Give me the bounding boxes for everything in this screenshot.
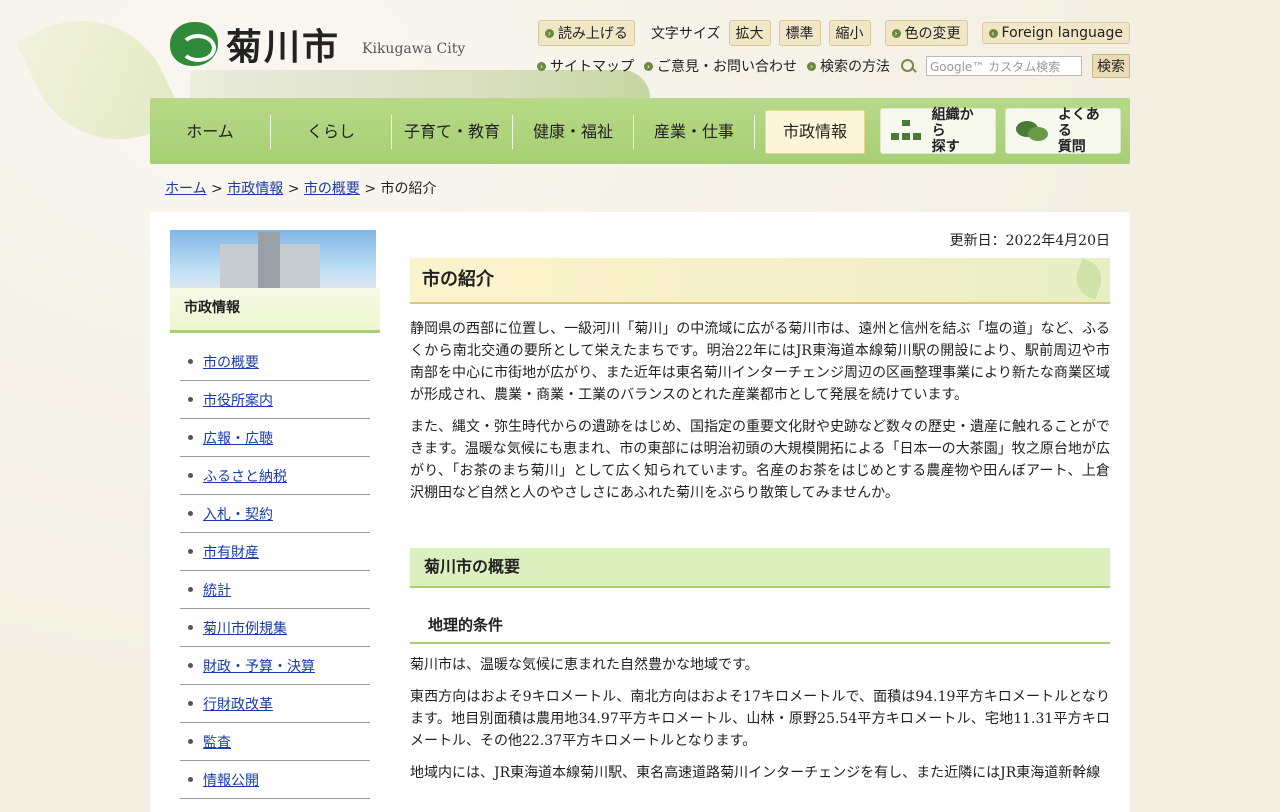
sitemap-label: サイトマップ bbox=[550, 59, 634, 75]
breadcrumb-city-overview[interactable]: 市の概要 bbox=[304, 181, 360, 197]
faq-button[interactable]: よくある 質問 bbox=[1005, 107, 1121, 155]
section-heading: 菊川市の概要 bbox=[410, 548, 1110, 588]
sidebar-item: 入札・契約 bbox=[180, 495, 370, 533]
color-change-button[interactable]: › 色の変更 bbox=[884, 20, 968, 46]
arrow-icon: › bbox=[544, 28, 554, 38]
foreign-language-button[interactable]: › Foreign language bbox=[981, 22, 1130, 44]
nav-childcare-education[interactable]: 子育て・教育 bbox=[392, 115, 513, 149]
sidebar-link-bidding[interactable]: 入札・契約 bbox=[203, 504, 273, 524]
breadcrumb-current: 市の紹介 bbox=[380, 181, 437, 197]
sidebar-link-city-property[interactable]: 市有財産 bbox=[203, 542, 259, 562]
sidebar-item: 広報・広聴 bbox=[180, 419, 370, 457]
search-icon bbox=[900, 58, 916, 74]
sidebar-item: 市の概要 bbox=[180, 343, 370, 381]
intro-paragraph-1: 静岡県の西部に位置し、一級河川「菊川」の中流域に広がる菊川市は、遠州と信州を結ぶ… bbox=[410, 321, 1110, 403]
arrow-icon: › bbox=[807, 61, 816, 71]
sidebar-link-ordinances[interactable]: 菊川市例規集 bbox=[203, 618, 287, 638]
inquiry-label: ご意見・お問い合わせ bbox=[657, 59, 797, 75]
sidebar-item: 市有財産 bbox=[180, 533, 370, 571]
updated-date: 更新日：2022年4月20日 bbox=[949, 233, 1110, 249]
subsection-heading: 地理的条件 bbox=[410, 608, 1110, 644]
sidebar-link-statistics[interactable]: 統計 bbox=[203, 580, 231, 600]
leaf-icon bbox=[1070, 258, 1108, 300]
org-search-button[interactable]: 組織から 探す bbox=[880, 107, 996, 155]
font-large-button[interactable]: 拡大 bbox=[728, 20, 771, 46]
arrow-icon: › bbox=[644, 61, 653, 71]
nav-home[interactable]: ホーム bbox=[150, 115, 271, 149]
inquiry-link[interactable]: › ご意見・お問い合わせ bbox=[644, 56, 797, 76]
sidebar-item: 監査 bbox=[180, 723, 370, 761]
sidebar-item: 市役所案内 bbox=[180, 381, 370, 419]
font-small-button[interactable]: 縮小 bbox=[828, 20, 871, 46]
sidebar-link-reform[interactable]: 行財政改革 bbox=[203, 694, 273, 714]
nav-industry-work[interactable]: 産業・仕事 bbox=[634, 115, 755, 149]
city-hall-photo bbox=[170, 230, 376, 288]
search-input[interactable]: Google™ カスタム検索 bbox=[926, 56, 1082, 76]
color-change-label: 色の変更 bbox=[904, 26, 961, 42]
font-standard-button[interactable]: 標準 bbox=[778, 20, 821, 46]
org-chart-icon bbox=[891, 120, 921, 142]
sitemap-link[interactable]: › サイトマップ bbox=[537, 56, 634, 76]
sidebar-link-furusato-tax[interactable]: ふるさと納税 bbox=[203, 466, 287, 486]
breadcrumb: ホーム > 市政情報 > 市の概要 > 市の紹介 bbox=[165, 178, 437, 198]
city-emblem-icon bbox=[170, 22, 218, 66]
font-size-label: 文字サイズ bbox=[650, 26, 721, 42]
logo-english: Kikugawa City bbox=[362, 41, 466, 57]
sidebar-item: 行財政改革 bbox=[180, 685, 370, 723]
sidebar-menu: 市の概要 市役所案内 広報・広聴 ふるさと納税 入札・契約 市有財産 統計 菊川… bbox=[180, 343, 370, 799]
nav-health-welfare[interactable]: 健康・福祉 bbox=[513, 115, 634, 149]
search-button[interactable]: 検索 bbox=[1092, 54, 1130, 78]
utility-toolbar: › 読み上げる 文字サイズ 拡大 標準 縮小 › 色の変更 › Foreign lan… bbox=[537, 20, 1130, 46]
content-panel: 市政情報 市の概要 市役所案内 広報・広聴 ふるさと納税 入札・契約 市有財産 … bbox=[150, 212, 1130, 812]
faq-label: よくある 質問 bbox=[1057, 107, 1100, 155]
foreign-language-label: Foreign language bbox=[1001, 25, 1123, 41]
sidebar-item: 情報公開 bbox=[180, 761, 370, 799]
sidebar-link-city-overview[interactable]: 市の概要 bbox=[203, 352, 259, 372]
sidebar-heading: 市政情報 bbox=[170, 288, 380, 333]
sidebar-link-city-hall-guide[interactable]: 市役所案内 bbox=[203, 390, 273, 410]
breadcrumb-separator: > bbox=[287, 181, 300, 197]
nav-city-administration[interactable]: 市政情報 bbox=[765, 110, 865, 154]
sidebar-link-audit[interactable]: 監査 bbox=[203, 732, 231, 752]
global-nav: ホーム くらし 子育て・教育 健康・福祉 産業・仕事 市政情報 組織から 探す … bbox=[150, 98, 1130, 164]
org-search-label: 組織から 探す bbox=[931, 107, 974, 155]
search-method-link[interactable]: › 検索の方法 bbox=[807, 56, 890, 76]
geography-paragraph-2: 東西方向はおよそ9キロメートル、南北方向はおよそ17キロメートルで、面積は94.… bbox=[410, 689, 1110, 749]
sidebar: 市政情報 市の概要 市役所案内 広報・広聴 ふるさと納税 入札・契約 市有財産 … bbox=[170, 230, 380, 799]
sidebar-item: 統計 bbox=[180, 571, 370, 609]
secondary-links: › サイトマップ › ご意見・お問い合わせ › 検索の方法 Google™ カスタム検… bbox=[537, 54, 1130, 78]
breadcrumb-city-administration[interactable]: 市政情報 bbox=[227, 181, 283, 197]
page-title-text: 市の紹介 bbox=[422, 269, 494, 290]
sidebar-link-finance[interactable]: 財政・予算・決算 bbox=[203, 656, 315, 676]
logo-name: 菊川市 bbox=[226, 27, 341, 68]
breadcrumb-separator: > bbox=[364, 181, 377, 197]
arrow-icon: › bbox=[537, 61, 546, 71]
breadcrumb-home[interactable]: ホーム bbox=[165, 181, 207, 197]
geography-paragraph-1: 菊川市は、温暖な気候に恵まれた自然豊かな地域です。 bbox=[410, 657, 759, 673]
main-content: 更新日：2022年4月20日 市の紹介 静岡県の西部に位置し、一級河川「菊川」の… bbox=[410, 230, 1110, 784]
search-method-label: 検索の方法 bbox=[820, 59, 890, 75]
chat-bubble-icon bbox=[1016, 119, 1048, 143]
nav-living[interactable]: くらし bbox=[271, 115, 392, 149]
intro-paragraph-2: また、縄文・弥生時代からの遺跡をはじめ、国指定の重要文化財や史跡など数々の歴史・… bbox=[410, 419, 1110, 501]
read-aloud-label: 読み上げる bbox=[557, 26, 628, 42]
arrow-icon: › bbox=[988, 28, 998, 38]
sidebar-item: 財政・予算・決算 bbox=[180, 647, 370, 685]
sidebar-item: 菊川市例規集 bbox=[180, 609, 370, 647]
arrow-icon: › bbox=[891, 28, 901, 38]
sidebar-link-public-relations[interactable]: 広報・広聴 bbox=[203, 428, 273, 448]
page-title: 市の紹介 bbox=[410, 258, 1110, 304]
breadcrumb-separator: > bbox=[211, 181, 223, 197]
sidebar-item: ふるさと納税 bbox=[180, 457, 370, 495]
geography-paragraph-3: 地域内には、JR東海道本線菊川駅、東名高速道路菊川インターチェンジを有し、また近… bbox=[410, 765, 1101, 781]
site-logo[interactable]: 菊川市 Kikugawa City bbox=[170, 18, 465, 70]
sidebar-link-info-disclosure[interactable]: 情報公開 bbox=[203, 770, 259, 790]
read-aloud-button[interactable]: › 読み上げる bbox=[537, 20, 635, 46]
